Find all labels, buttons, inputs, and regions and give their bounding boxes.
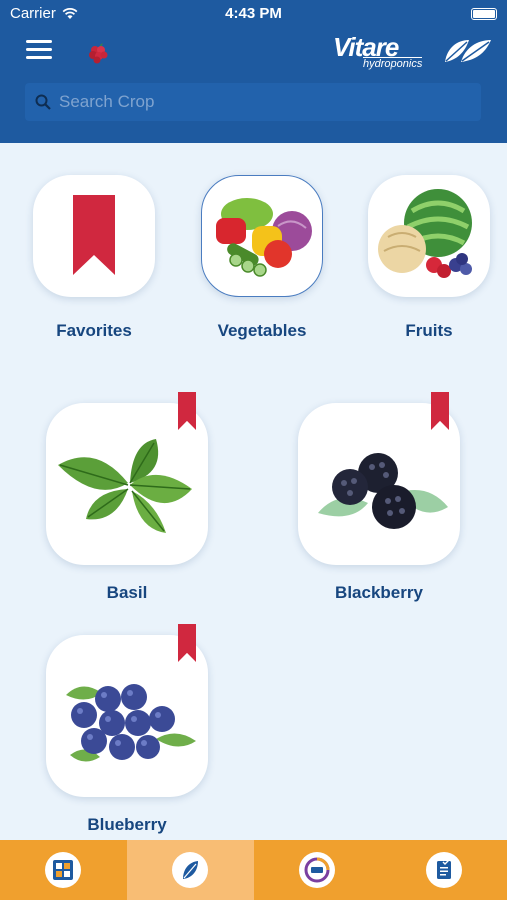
tab-icon-circle xyxy=(172,852,209,888)
favorites-label: Favorites xyxy=(56,321,132,340)
menu-line xyxy=(26,40,52,43)
dashboard-icon xyxy=(53,860,74,880)
logo-tagline: hydroponics xyxy=(363,57,423,70)
crop-card-blueberry[interactable] xyxy=(46,635,208,797)
brand-logo: Vitare hydroponics xyxy=(333,32,493,72)
status-bar: Carrier 4:43 PM xyxy=(0,0,507,28)
tab-notes[interactable] xyxy=(380,840,507,900)
search-icon xyxy=(35,94,51,110)
vegetables-tile[interactable] xyxy=(201,175,323,297)
tab-icon-circle xyxy=(45,852,82,888)
favorites-tile[interactable] xyxy=(33,175,155,297)
blueberry-label: Blueberry xyxy=(87,815,167,834)
tab-dashboard[interactable] xyxy=(0,840,127,900)
search-input[interactable] xyxy=(59,92,459,112)
pro-icon xyxy=(304,857,330,883)
crop-card-blackberry[interactable] xyxy=(298,403,460,565)
fruits-icon xyxy=(378,189,472,278)
basil-image xyxy=(58,439,192,533)
tab-icon-circle xyxy=(298,852,335,888)
blackberry-label: Blackberry xyxy=(335,583,423,602)
vegetables-label: Vegetables xyxy=(217,321,307,340)
vegetables-icon xyxy=(216,198,312,277)
battery-icon xyxy=(471,8,497,20)
bottom-tab-bar xyxy=(0,840,507,900)
search-bar[interactable] xyxy=(25,83,481,121)
tab-pro[interactable] xyxy=(254,840,381,900)
leaf-icon xyxy=(183,861,199,879)
leaf-logo-icon xyxy=(445,40,491,62)
menu-button[interactable] xyxy=(26,40,54,62)
app-header: Carrier 4:43 PM Vitare hydroponics xyxy=(0,0,507,143)
tab-icon-circle xyxy=(425,852,462,888)
bookmark-icon xyxy=(73,195,115,275)
fruits-tile[interactable] xyxy=(368,175,490,297)
blackberry-image xyxy=(318,453,448,529)
blueberry-image xyxy=(66,684,196,762)
menu-line xyxy=(26,48,52,51)
crop-card-basil[interactable] xyxy=(46,403,208,565)
berry-icon[interactable] xyxy=(84,38,112,66)
tab-crops[interactable] xyxy=(126,840,254,900)
notes-icon xyxy=(436,859,451,879)
clock: 4:43 PM xyxy=(225,5,282,22)
fruits-label: Fruits xyxy=(405,321,453,340)
basil-label: Basil xyxy=(106,583,148,602)
menu-line xyxy=(26,56,52,59)
